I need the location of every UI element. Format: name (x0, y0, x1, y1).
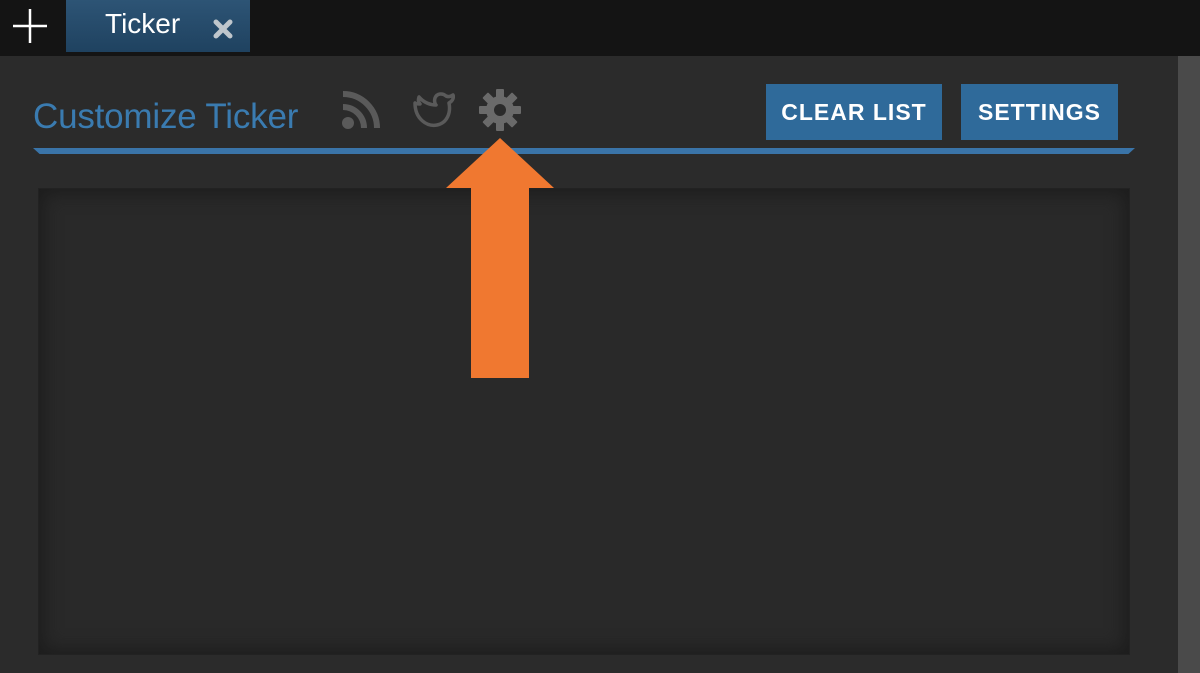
tab-bar: Ticker (0, 0, 1200, 56)
close-x-icon (213, 19, 233, 39)
ticker-list[interactable] (38, 188, 1130, 655)
page-title: Customize Ticker (33, 97, 299, 136)
tab-label: Ticker (105, 8, 181, 39)
tab-close-button[interactable] (210, 16, 236, 42)
add-tab-button[interactable] (6, 4, 54, 48)
twitter-bird-icon (413, 92, 455, 128)
gear-icon (479, 89, 521, 131)
settings-button[interactable]: SETTINGS (961, 84, 1118, 140)
orange-pointer-arrow-icon (446, 138, 554, 378)
rss-feed-button[interactable] (338, 88, 384, 132)
twitter-feed-button[interactable] (408, 88, 456, 132)
plus-icon (13, 9, 47, 43)
vertical-scrollbar[interactable] (1178, 56, 1200, 673)
gear-settings-button[interactable] (476, 86, 524, 134)
title-underline (33, 148, 1135, 154)
rss-icon (342, 91, 380, 129)
clear-list-button[interactable]: CLEAR LIST (766, 84, 942, 140)
